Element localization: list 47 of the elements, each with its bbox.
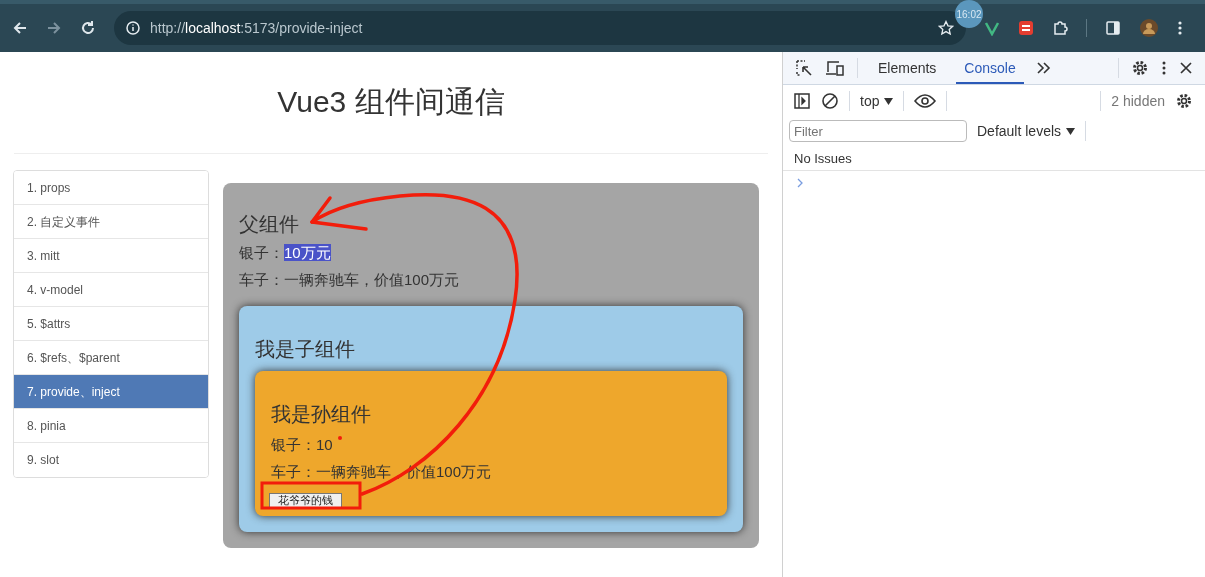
timer-badge: 16:02 [955, 0, 983, 28]
nav-link[interactable]: 1. props [14, 171, 208, 205]
child-title: 我是子组件 [255, 337, 356, 362]
side-panel-icon[interactable] [1105, 20, 1121, 36]
log-levels-dropdown[interactable]: Default levels [977, 123, 1076, 139]
device-toolbar-icon[interactable] [825, 59, 845, 77]
console-prompt-icon [796, 178, 804, 188]
profile-avatar-icon[interactable] [1139, 18, 1159, 38]
field-label: 银子： [271, 436, 316, 453]
sidebar-toggle-icon[interactable] [793, 92, 811, 110]
field-label: 车子： [239, 271, 284, 288]
close-icon[interactable] [1179, 61, 1193, 75]
devtools-tab[interactable]: Elements [870, 52, 945, 84]
menu-icon[interactable] [1177, 20, 1183, 36]
back-icon[interactable] [12, 20, 28, 36]
more-options-icon[interactable] [1161, 60, 1167, 76]
devtools-tab[interactable]: Console [956, 52, 1024, 84]
v-extension-icon[interactable] [984, 20, 1000, 36]
settings-icon[interactable] [1131, 59, 1149, 77]
annotation-dot [338, 436, 342, 440]
field-value: 10万元 [284, 244, 331, 261]
url-text: http://localhost:5173/provide-inject [150, 20, 363, 36]
clear-console-icon[interactable] [821, 92, 839, 110]
parent-title: 父组件 [239, 212, 300, 237]
filter-field[interactable]: Filter [789, 120, 967, 142]
info-icon[interactable] [126, 21, 140, 35]
field-label: 银子： [239, 244, 284, 261]
page-title: Vue3 组件间通信 [277, 84, 505, 120]
context-dropdown[interactable]: top [860, 93, 894, 109]
reload-icon[interactable] [80, 20, 96, 36]
dropdown-caret-icon [884, 97, 894, 105]
field-value: 10 [316, 436, 333, 453]
forward-icon[interactable] [46, 20, 62, 36]
field-value: 一辆奔驰车，价值100万元 [284, 271, 460, 288]
dropdown-caret-icon [1066, 127, 1076, 135]
extension-badge-icon[interactable] [1018, 20, 1034, 36]
field-label: 车子： [271, 463, 316, 480]
nav-link[interactable]: 7. provide、inject [14, 375, 208, 409]
more-tabs-icon[interactable] [1035, 61, 1052, 75]
puzzle-icon[interactable] [1052, 20, 1068, 36]
grandchild-title: 我是孙组件 [271, 402, 372, 427]
settings-icon[interactable] [1175, 92, 1193, 110]
eye-icon[interactable] [914, 93, 937, 109]
issues-status: No Issues [783, 145, 1205, 171]
hidden-count: 2 hidden [1111, 93, 1165, 109]
bookmark-star-icon[interactable] [938, 20, 954, 36]
inspect-element-icon[interactable] [795, 59, 813, 77]
